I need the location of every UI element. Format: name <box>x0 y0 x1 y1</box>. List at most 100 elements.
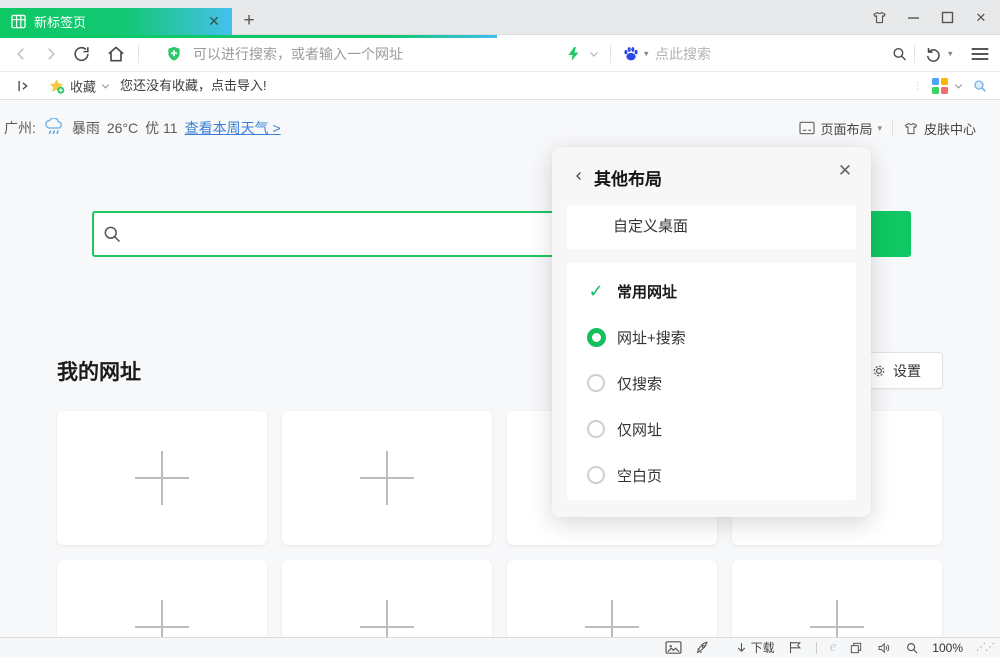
popup-close-icon[interactable]: ✕ <box>833 159 857 183</box>
newtab-grid-icon <box>11 14 26 29</box>
zoom-level[interactable]: 100% <box>932 641 963 655</box>
radio-icon <box>587 374 605 392</box>
option-blank-page[interactable]: 空白页 <box>567 452 856 498</box>
plus-icon <box>360 451 414 505</box>
minimize-button[interactable] <box>902 7 924 29</box>
weather-city: 广州: <box>4 118 36 138</box>
download-arrow-icon <box>735 641 748 655</box>
bookmarks-grip-icon: ⋮ <box>913 80 922 91</box>
skin-center-label: 皮肤中心 <box>924 119 976 138</box>
favorites-star-icon <box>48 77 65 94</box>
turbo-bolt-icon[interactable] <box>566 45 581 62</box>
page-layout-button[interactable]: 页面布局 ▾ <box>799 119 882 138</box>
option-common-sites[interactable]: ✓ 常用网址 <box>567 268 856 314</box>
shirt-icon <box>903 121 919 136</box>
app-center-chevron-icon[interactable] <box>953 80 964 91</box>
nav-divider <box>914 45 915 63</box>
plus-icon <box>810 600 864 637</box>
plus-icon <box>585 600 639 637</box>
app-center-icon[interactable] <box>932 78 948 94</box>
page-layout-label: 页面布局 <box>820 119 872 138</box>
settings-label: 设置 <box>893 361 921 381</box>
baidu-paw-icon[interactable] <box>622 45 640 63</box>
radio-icon <box>587 466 605 484</box>
refresh-button[interactable] <box>72 44 91 63</box>
zoom-icon[interactable] <box>905 641 919 655</box>
tab-new-page[interactable]: 新标签页 ✕ <box>0 8 232 35</box>
home-button[interactable] <box>106 44 126 64</box>
add-site-card[interactable] <box>507 560 717 637</box>
tab-close-icon[interactable]: ✕ <box>202 10 226 34</box>
nav-divider <box>610 45 611 63</box>
undo-restore-icon[interactable] <box>924 45 942 63</box>
resize-grip[interactable]: ⋰⋰ <box>976 642 994 653</box>
sidebar-toggle-icon[interactable] <box>16 78 31 93</box>
navigation-bar: 可以进行搜索，或者输入一个网址 ▾ 点此搜索 ▾ <box>0 36 1000 72</box>
window-controls: ✕ <box>868 0 992 35</box>
find-apps-icon[interactable] <box>972 78 988 94</box>
layout-options-list: ✓ 常用网址 网址+搜索 仅搜索 仅网址 空白页 <box>567 263 856 500</box>
layout-popup: 其他布局 ✕ 自定义桌面 ✓ 常用网址 网址+搜索 仅搜索 仅网址 空白页 <box>552 147 871 517</box>
add-site-card[interactable] <box>57 560 267 637</box>
download-button[interactable]: 下载 <box>735 639 775 656</box>
search-icon[interactable] <box>891 45 908 62</box>
add-site-card[interactable] <box>57 411 267 545</box>
security-shield-icon <box>165 45 183 63</box>
ie-mode-icon[interactable]: e <box>830 640 837 655</box>
download-label: 下载 <box>751 639 775 656</box>
custom-desktop-option[interactable]: 自定义桌面 <box>567 205 856 249</box>
tab-title: 新标签页 <box>34 12 202 31</box>
maximize-button[interactable] <box>936 7 958 29</box>
weather-widget: 广州: 暴雨 26°C 优 11 查看本周天气 > <box>4 114 281 142</box>
speaker-icon[interactable] <box>876 641 892 655</box>
plus-icon <box>360 600 414 637</box>
add-site-card[interactable] <box>282 560 492 637</box>
rain-cloud-icon <box>43 118 65 138</box>
radio-selected-icon <box>587 328 606 347</box>
favorites-chevron-icon <box>100 80 111 91</box>
quick-search-hint[interactable]: 点此搜索 <box>655 36 711 72</box>
favorites-button[interactable]: 收藏 <box>48 76 111 95</box>
plus-icon <box>135 451 189 505</box>
tab-bar: 新标签页 ✕ + ✕ <box>0 0 1000 35</box>
screenshot-icon[interactable] <box>665 640 682 655</box>
page-layout-caret-icon: ▾ <box>877 123 882 134</box>
weather-week-link[interactable]: 查看本周天气 > <box>185 118 281 138</box>
layout-icon <box>799 121 815 135</box>
address-bar[interactable]: 可以进行搜索，或者输入一个网址 <box>193 36 403 72</box>
back-button[interactable] <box>12 45 30 63</box>
tools-divider <box>892 121 893 135</box>
weather-condition: 暴雨 <box>72 118 100 138</box>
window-mode-icon[interactable] <box>849 641 863 655</box>
skin-shirt-icon[interactable] <box>868 7 890 29</box>
import-bookmarks-hint[interactable]: 您还没有收藏，点击导入! <box>120 72 267 100</box>
search-engine-caret-icon[interactable]: ▾ <box>644 48 649 59</box>
browser-window: 新标签页 ✕ + ✕ <box>0 0 1000 657</box>
new-tab-button[interactable]: + <box>236 8 262 34</box>
forward-button[interactable] <box>42 45 60 63</box>
my-sites-title: 我的网址 <box>57 356 141 386</box>
radio-icon <box>587 420 605 438</box>
flag-icon[interactable] <box>788 640 803 655</box>
weather-temperature: 26°C <box>107 120 138 136</box>
menu-icon[interactable] <box>970 46 990 62</box>
add-site-card[interactable] <box>282 411 492 545</box>
boost-rocket-icon[interactable] <box>695 640 710 655</box>
weather-air-quality: 优 11 <box>145 118 177 138</box>
favorites-label: 收藏 <box>70 76 96 95</box>
popup-back-icon[interactable] <box>570 167 588 185</box>
option-sites-only[interactable]: 仅网址 <box>567 406 856 452</box>
option-search-only[interactable]: 仅搜索 <box>567 360 856 406</box>
popup-title: 其他布局 <box>594 165 662 190</box>
status-bar: 下载 e 100% ⋰⋰ <box>0 637 1000 657</box>
page-tools: 页面布局 ▾ 皮肤中心 <box>799 114 976 142</box>
turbo-dropdown-chevron-icon[interactable] <box>588 48 600 60</box>
plus-icon <box>135 600 189 637</box>
close-button[interactable]: ✕ <box>970 7 992 29</box>
skin-center-button[interactable]: 皮肤中心 <box>903 119 976 138</box>
add-site-card[interactable] <box>732 560 942 637</box>
undo-caret-icon[interactable]: ▾ <box>948 48 953 59</box>
option-sites-plus-search[interactable]: 网址+搜索 <box>567 314 856 360</box>
tab-accent-line <box>0 35 497 38</box>
gear-icon <box>871 363 887 379</box>
